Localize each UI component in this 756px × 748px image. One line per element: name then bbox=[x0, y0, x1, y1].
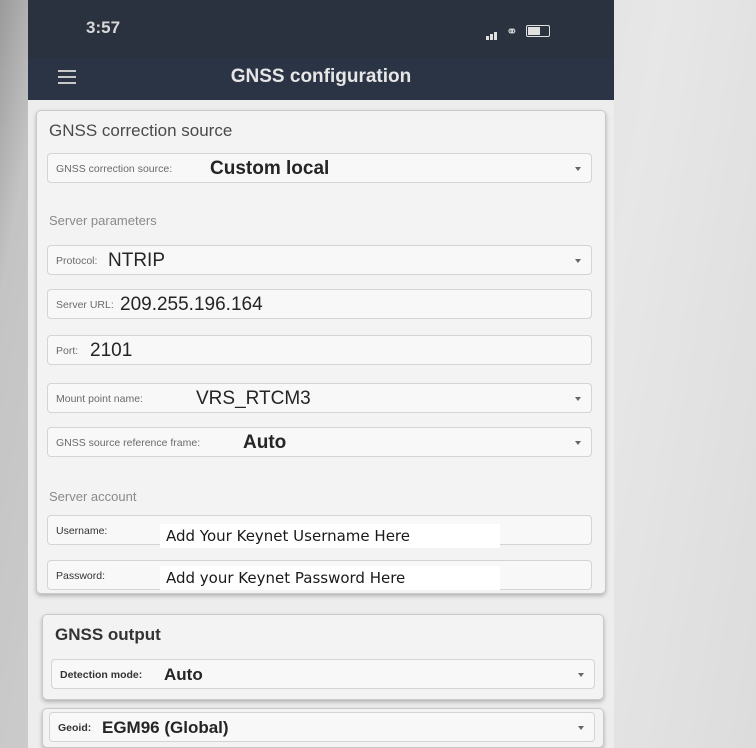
chevron-down-icon bbox=[575, 397, 581, 401]
reference-frame-select[interactable]: GNSS source reference frame: Auto bbox=[47, 427, 592, 457]
chevron-down-icon bbox=[578, 673, 584, 677]
protocol-select[interactable]: Protocol: NTRIP bbox=[47, 245, 592, 275]
reference-frame-value: Auto bbox=[243, 432, 287, 453]
correction-source-card: GNSS correction source GNSS correction s… bbox=[36, 110, 606, 594]
server-account-heading: Server account bbox=[49, 489, 137, 504]
chevron-down-icon bbox=[575, 167, 581, 171]
correction-card-title: GNSS correction source bbox=[49, 121, 233, 140]
page-title: GNSS configuration bbox=[230, 66, 412, 87]
detection-mode-select[interactable]: Detection mode: Auto bbox=[51, 659, 595, 689]
signal-icon bbox=[486, 22, 498, 40]
chevron-down-icon bbox=[575, 441, 581, 445]
username-label: Username: bbox=[56, 525, 108, 537]
battery-icon bbox=[525, 25, 550, 37]
link-icon: ⚭ bbox=[506, 22, 518, 39]
reference-frame-label: GNSS source reference frame: bbox=[56, 437, 201, 449]
mount-point-value: VRS_RTCM3 bbox=[196, 388, 311, 409]
phone-screen: 3:57 ⚭ GNSS configuration GNSS correctio… bbox=[28, 0, 614, 748]
correction-source-select[interactable]: GNSS correction source: Custom local bbox=[47, 153, 592, 183]
status-icons: ⚭ bbox=[486, 22, 550, 40]
password-overlay: Add your Keynet Password Here bbox=[160, 566, 500, 590]
protocol-label: Protocol: bbox=[56, 255, 98, 267]
detection-mode-label: Detection mode: bbox=[60, 669, 143, 681]
gnss-output-card: GNSS output Detection mode: Auto bbox=[42, 614, 604, 700]
protocol-value: NTRIP bbox=[108, 250, 165, 271]
server-url-value: 209.255.196.164 bbox=[120, 294, 263, 315]
port-field[interactable]: Port: 2101 bbox=[47, 335, 592, 365]
server-url-label: Server URL: bbox=[56, 299, 114, 311]
correction-source-label: GNSS correction source: bbox=[56, 163, 173, 175]
output-card-title: GNSS output bbox=[55, 625, 161, 644]
password-label: Password: bbox=[56, 570, 106, 582]
geoid-label: Geoid: bbox=[58, 722, 92, 734]
detection-mode-value: Auto bbox=[164, 665, 203, 684]
geoid-card: Geoid: EGM96 (Global) bbox=[42, 708, 604, 748]
app-bar: GNSS configuration bbox=[28, 58, 614, 100]
server-parameters-heading: Server parameters bbox=[49, 213, 157, 228]
username-overlay: Add Your Keynet Username Here bbox=[160, 524, 500, 548]
mount-point-select[interactable]: Mount point name: VRS_RTCM3 bbox=[47, 383, 592, 413]
geoid-select[interactable]: Geoid: EGM96 (Global) bbox=[49, 712, 595, 742]
status-bar: 3:57 ⚭ bbox=[28, 0, 614, 58]
mount-point-label: Mount point name: bbox=[56, 393, 143, 405]
geoid-value: EGM96 (Global) bbox=[102, 718, 229, 737]
port-label: Port: bbox=[56, 345, 79, 357]
status-time: 3:57 bbox=[86, 18, 121, 37]
correction-source-value: Custom local bbox=[210, 158, 330, 179]
server-url-field[interactable]: Server URL: 209.255.196.164 bbox=[47, 289, 592, 319]
chevron-down-icon bbox=[578, 726, 584, 730]
port-value: 2101 bbox=[90, 340, 133, 361]
chevron-down-icon bbox=[575, 259, 581, 263]
